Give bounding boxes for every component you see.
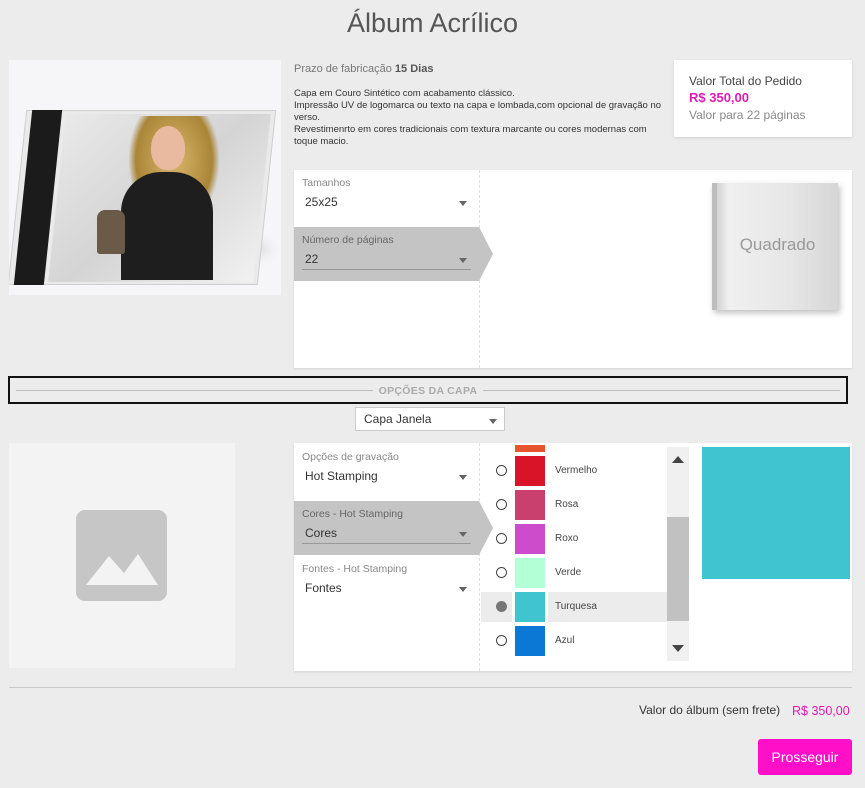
color-radio[interactable] xyxy=(496,601,507,612)
color-list-scrollbar[interactable] xyxy=(667,447,689,661)
colors-label: Cores - Hot Stamping xyxy=(302,508,403,520)
active-arrow-icon xyxy=(479,227,493,281)
section-title: OPÇÕES DA CAPA xyxy=(372,385,484,397)
chevron-down-icon xyxy=(459,475,467,480)
color-swatch xyxy=(515,592,545,622)
continue-button[interactable]: Prosseguir xyxy=(758,739,852,775)
fonts-field[interactable]: Fontes - Hot Stamping Fontes xyxy=(294,563,479,599)
album-value-label: Valor do álbum (sem frete) xyxy=(639,703,781,717)
color-list: Vermelho Rosa Roxo Verde Turquesa Azul xyxy=(481,445,667,662)
chevron-down-icon xyxy=(459,532,467,537)
format-preview-label: Quadrado xyxy=(739,235,816,254)
engraving-select[interactable]: Hot Stamping xyxy=(302,467,471,487)
engraving-label: Opções de gravação xyxy=(302,451,399,463)
pages-select[interactable]: 22 xyxy=(302,250,471,270)
scroll-thumb[interactable] xyxy=(667,517,689,621)
cover-photo-face xyxy=(151,126,185,170)
order-total-card: Valor Total do Pedido R$ 350,00 Valor pa… xyxy=(674,60,852,137)
color-option-1[interactable]: Rosa xyxy=(481,487,667,523)
description-line: Capa em Couro Sintético com acabamento c… xyxy=(294,88,515,99)
color-name: Rosa xyxy=(555,499,579,510)
size-label: Tamanhos xyxy=(302,177,351,189)
color-swatch-partial xyxy=(515,445,545,452)
pages-label: Número de páginas xyxy=(302,234,394,246)
chevron-down-icon xyxy=(459,258,467,263)
color-option-3[interactable]: Verde xyxy=(481,555,667,591)
colors-field[interactable]: Cores - Hot Stamping Cores xyxy=(294,508,479,544)
engraving-field[interactable]: Opções de gravação Hot Stamping xyxy=(294,451,479,487)
color-name: Roxo xyxy=(555,533,579,544)
cover-type-select[interactable]: Capa Janela xyxy=(355,407,505,431)
lead-time-value: 15 Dias xyxy=(394,63,434,75)
lead-time-label: Prazo de fabricação xyxy=(294,63,392,75)
lead-time: Prazo de fabricação 15 Dias xyxy=(294,63,433,75)
fonts-label: Fontes - Hot Stamping xyxy=(302,563,408,575)
image-icon xyxy=(76,510,167,601)
cover-image-placeholder xyxy=(9,443,235,668)
cover-type-value: Capa Janela xyxy=(364,412,432,426)
product-photo xyxy=(9,60,281,295)
description-line: Revestimenrto em cores tradicionais com … xyxy=(294,124,647,147)
fonts-select[interactable]: Fontes xyxy=(302,579,471,599)
fonts-value: Fontes xyxy=(305,581,342,595)
color-name: Vermelho xyxy=(555,465,598,476)
colors-select[interactable]: Cores xyxy=(302,524,471,544)
footer-divider xyxy=(9,687,852,688)
scroll-down-icon[interactable] xyxy=(672,645,684,652)
scroll-up-icon[interactable] xyxy=(672,456,684,463)
page-title: Álbum Acrílico xyxy=(346,8,519,38)
selected-color-preview xyxy=(702,447,850,579)
color-name: Azul xyxy=(555,635,575,646)
order-total-label: Valor Total do Pedido xyxy=(689,74,802,88)
description-line: Impressão UV de logomarca ou texto na ca… xyxy=(294,100,662,123)
chevron-down-icon xyxy=(459,587,467,592)
size-value: 25x25 xyxy=(305,195,338,209)
color-option-5[interactable]: Azul xyxy=(481,623,667,659)
color-option-0[interactable]: Vermelho xyxy=(481,453,667,489)
color-swatch xyxy=(515,456,545,486)
engraving-value: Hot Stamping xyxy=(305,469,378,483)
color-name: Verde xyxy=(555,567,582,578)
color-radio[interactable] xyxy=(496,567,507,578)
size-select[interactable]: 25x25 xyxy=(302,193,471,213)
color-option-2[interactable]: Roxo xyxy=(481,521,667,557)
color-radio[interactable] xyxy=(496,533,507,544)
color-option-4[interactable]: Turquesa xyxy=(481,589,667,625)
color-radio[interactable] xyxy=(496,635,507,646)
color-radio[interactable] xyxy=(496,465,507,476)
panel-divider xyxy=(479,443,480,671)
section-title-wrap: OPÇÕES DA CAPA xyxy=(10,385,846,397)
format-preview: Quadrado xyxy=(712,183,838,310)
pages-field[interactable]: Número de páginas 22 xyxy=(294,234,479,270)
order-pages-note: Valor para 22 páginas xyxy=(689,108,806,122)
product-description: Capa em Couro Sintético com acabamento c… xyxy=(294,88,666,148)
image-icon-svg xyxy=(86,554,158,585)
cover-photo-body xyxy=(121,172,213,280)
color-radio[interactable] xyxy=(496,499,507,510)
color-swatch xyxy=(515,626,545,656)
color-name: Turquesa xyxy=(555,601,597,612)
order-total-price: R$ 350,00 xyxy=(689,90,749,105)
pages-value: 22 xyxy=(305,252,319,266)
cover-options-header: OPÇÕES DA CAPA xyxy=(8,376,848,404)
album-value-price: R$ 350,00 xyxy=(792,704,850,718)
color-swatch xyxy=(515,490,545,520)
color-swatch xyxy=(515,524,545,554)
color-swatch xyxy=(515,558,545,588)
chevron-down-icon xyxy=(459,201,467,206)
chevron-down-icon xyxy=(489,419,497,424)
colors-value: Cores xyxy=(305,526,338,540)
cover-photo-statue xyxy=(97,210,125,254)
size-field[interactable]: Tamanhos 25x25 xyxy=(294,177,479,213)
